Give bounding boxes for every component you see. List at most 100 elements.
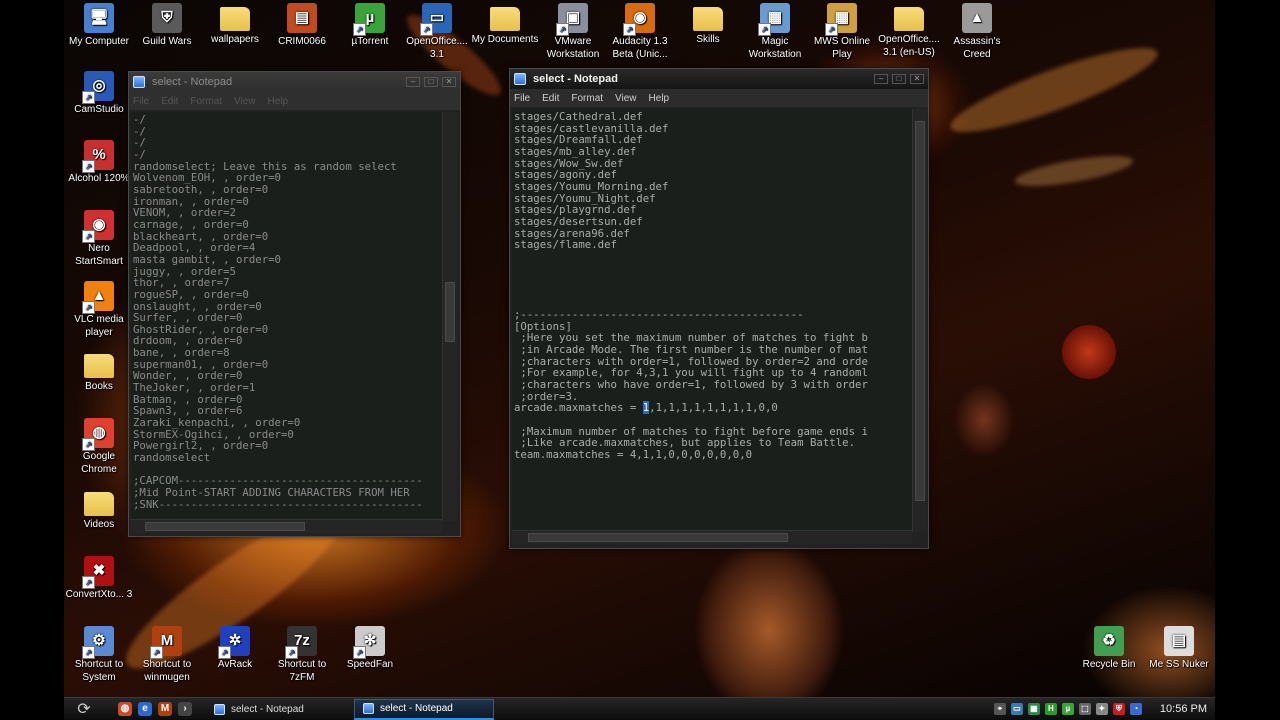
- app-icon: ⛨: [152, 3, 182, 33]
- close-button[interactable]: ✕: [442, 77, 456, 87]
- editor-text: stages/Cathedral.def stages/castlevanill…: [514, 110, 868, 462]
- desktop-icon-magic-workstation[interactable]: ▦Magic Workstation: [740, 3, 810, 61]
- tray-update-icon[interactable]: ◔: [1129, 703, 1142, 715]
- menu-view[interactable]: View: [234, 96, 256, 107]
- desktop-icon-camstudio[interactable]: ◎CamStudio: [64, 71, 134, 117]
- vertical-scrollbar[interactable]: [442, 112, 457, 521]
- desktop-icon-label: Nero StartSmart: [75, 243, 123, 267]
- quicklaunch-ie-icon[interactable]: e: [138, 702, 152, 716]
- vertical-scrollbar[interactable]: [912, 109, 927, 532]
- desktop-icon-vlc-media-player[interactable]: ▲VLC media player: [64, 281, 134, 339]
- tray-app-icon[interactable]: ▦: [1027, 703, 1040, 715]
- text-editor-area[interactable]: -/ -/ -/ -/ randomselect; Leave this as …: [131, 112, 445, 521]
- desktop-icon-recycle-bin[interactable]: ♻ Recycle Bin: [1074, 626, 1144, 672]
- menu-bar: File Edit Format View Help: [510, 89, 928, 107]
- app-icon: ◉: [82, 210, 114, 243]
- menu-help[interactable]: Help: [268, 96, 289, 107]
- close-button[interactable]: ✕: [910, 74, 924, 84]
- desktop-icon-nero-startsmart[interactable]: ◉Nero StartSmart: [64, 210, 134, 268]
- desktop-icon-label: µTorrent: [351, 36, 389, 47]
- desktop-icon-skills[interactable]: Skills: [673, 3, 743, 47]
- quicklaunch-chrome-icon[interactable]: ◍: [118, 702, 132, 716]
- notepad-window-background[interactable]: select - Notepad ‒ □ ✕ File Edit Format …: [128, 71, 461, 537]
- minimize-button[interactable]: ‒: [874, 74, 888, 84]
- scrollbar-thumb[interactable]: [528, 533, 788, 542]
- minimize-button[interactable]: ‒: [406, 77, 420, 87]
- start-button[interactable]: ⟳: [64, 698, 104, 720]
- desktop-icon-openoffice-3-1[interactable]: ▭OpenOffice.... 3.1: [402, 3, 472, 61]
- desktop-icon-speedfan[interactable]: ✻SpeedFan: [335, 626, 405, 672]
- scrollbar-thumb[interactable]: [445, 282, 455, 342]
- menu-edit[interactable]: Edit: [542, 93, 559, 104]
- tray-hotspot-icon[interactable]: H: [1044, 703, 1057, 715]
- tray-network-icon[interactable]: ⌖: [993, 703, 1006, 715]
- desktop-icon-label: SpeedFan: [346, 659, 394, 670]
- maximize-button[interactable]: □: [424, 77, 438, 87]
- taskbar-button-notepad-1[interactable]: select - Notepad: [206, 699, 346, 720]
- desktop-icon-label: OpenOffice.... 3.1 (en-US): [878, 34, 940, 58]
- desktop-icon-shortcut-to-system[interactable]: ⚙Shortcut to System: [64, 626, 134, 684]
- horizontal-scrollbar[interactable]: [512, 530, 912, 544]
- menu-edit[interactable]: Edit: [161, 96, 178, 107]
- desktop-icon-me-ss-nuker[interactable]: ▤ Me SS Nuker: [1144, 626, 1214, 672]
- desktop-icon-wallpapers[interactable]: wallpapers: [200, 3, 270, 47]
- desktop-icon-label: wallpapers: [211, 34, 259, 45]
- app-icon: ▲: [962, 3, 992, 33]
- maximize-button[interactable]: □: [892, 74, 906, 84]
- quicklaunch-chevron-right-icon[interactable]: ›: [178, 702, 192, 716]
- desktop-icon-audacity-1-3-beta-unic[interactable]: ◉Audacity 1.3 Beta (Unic...: [605, 3, 675, 61]
- desktop-icon-openoffice-3-1-en-us[interactable]: OpenOffice.... 3.1 (en-US): [874, 3, 944, 59]
- desktop-icon-my-documents[interactable]: My Documents: [470, 3, 540, 47]
- notepad-icon: [214, 703, 225, 715]
- desktop-icon-guild-wars[interactable]: ⛨ Guild Wars: [132, 3, 202, 49]
- desktop-icon-label: Me SS Nuker: [1149, 659, 1209, 670]
- desktop-icon-mws-online-play[interactable]: ▦MWS Online Play: [807, 3, 877, 61]
- tray-security-icon[interactable]: ⛨: [1112, 703, 1125, 715]
- desktop-icon-crim0066[interactable]: ▤ CRIM0066: [267, 3, 337, 49]
- notepad-window-active[interactable]: select - Notepad ‒ □ ✕ File Edit Format …: [509, 68, 929, 549]
- folder-icon: [84, 492, 114, 516]
- desktop-icon-books[interactable]: Books: [64, 350, 134, 394]
- menu-format[interactable]: Format: [571, 93, 603, 104]
- desktop-icon-label: My Documents: [471, 34, 539, 45]
- app-icon: ◉: [623, 3, 655, 36]
- desktop-icon-alcohol-120[interactable]: %Alcohol 120%: [64, 140, 134, 186]
- desktop-icon-torrent[interactable]: µµTorrent: [335, 3, 405, 49]
- desktop-icon-label: Assassin's Creed: [953, 36, 1001, 60]
- taskbar-button-notepad-2[interactable]: select - Notepad: [354, 698, 494, 720]
- desktop-icon-convertxto-3[interactable]: ✖ConvertXto... 3: [64, 556, 134, 602]
- title-bar[interactable]: select - Notepad ‒ □ ✕: [129, 72, 460, 92]
- desktop-icon-avrack[interactable]: ✲AvRack: [200, 626, 270, 672]
- desktop-icon-videos[interactable]: Videos: [64, 488, 134, 532]
- notepad-icon: [514, 73, 526, 85]
- tray-display-icon[interactable]: ▭: [1010, 703, 1023, 715]
- menu-file[interactable]: File: [133, 96, 149, 107]
- desktop-icon-vmware-workstation[interactable]: ▣VMware Workstation: [538, 3, 608, 61]
- scrollbar-thumb[interactable]: [145, 522, 305, 531]
- notepad-icon: [133, 76, 145, 88]
- quicklaunch-mugen-icon[interactable]: M: [158, 702, 172, 716]
- desktop-icon-google-chrome[interactable]: ◍Google Chrome: [64, 418, 134, 476]
- tray-utorrent-icon[interactable]: µ: [1061, 703, 1074, 715]
- tray-settings-icon[interactable]: ✦: [1095, 703, 1108, 715]
- menu-format[interactable]: Format: [190, 96, 222, 107]
- text-editor-area[interactable]: stages/Cathedral.def stages/castlevanill…: [512, 109, 912, 532]
- desktop-icon-label: Audacity 1.3 Beta (Unic...: [612, 36, 668, 60]
- tray-device-icon[interactable]: ⬚: [1078, 703, 1091, 715]
- editor-text: -/ -/ -/ -/ randomselect; Leave this as …: [133, 113, 423, 511]
- desktop-icon-label: Google Chrome: [81, 451, 117, 475]
- clock[interactable]: 10:56 PM: [1160, 703, 1215, 715]
- desktop-icon-my-computer[interactable]: 🖥 My Computer: [64, 3, 134, 49]
- menu-view[interactable]: View: [615, 93, 637, 104]
- desktop-icon-label: Skills: [696, 34, 720, 45]
- desktop-icon-shortcut-to-winmugen[interactable]: MShortcut to winmugen: [132, 626, 202, 684]
- desktop-icon-assassin-s-creed[interactable]: ▲ Assassin's Creed: [942, 3, 1012, 61]
- horizontal-scrollbar[interactable]: [131, 519, 442, 533]
- desktop-icon-label: VMware Workstation: [546, 36, 600, 60]
- app-icon: ◍: [82, 418, 114, 451]
- menu-help[interactable]: Help: [649, 93, 670, 104]
- title-bar[interactable]: select - Notepad ‒ □ ✕: [510, 69, 928, 89]
- desktop-icon-shortcut-to-7zfm[interactable]: 7zShortcut to 7zFM: [267, 626, 337, 684]
- menu-file[interactable]: File: [514, 93, 530, 104]
- scrollbar-thumb[interactable]: [915, 121, 925, 501]
